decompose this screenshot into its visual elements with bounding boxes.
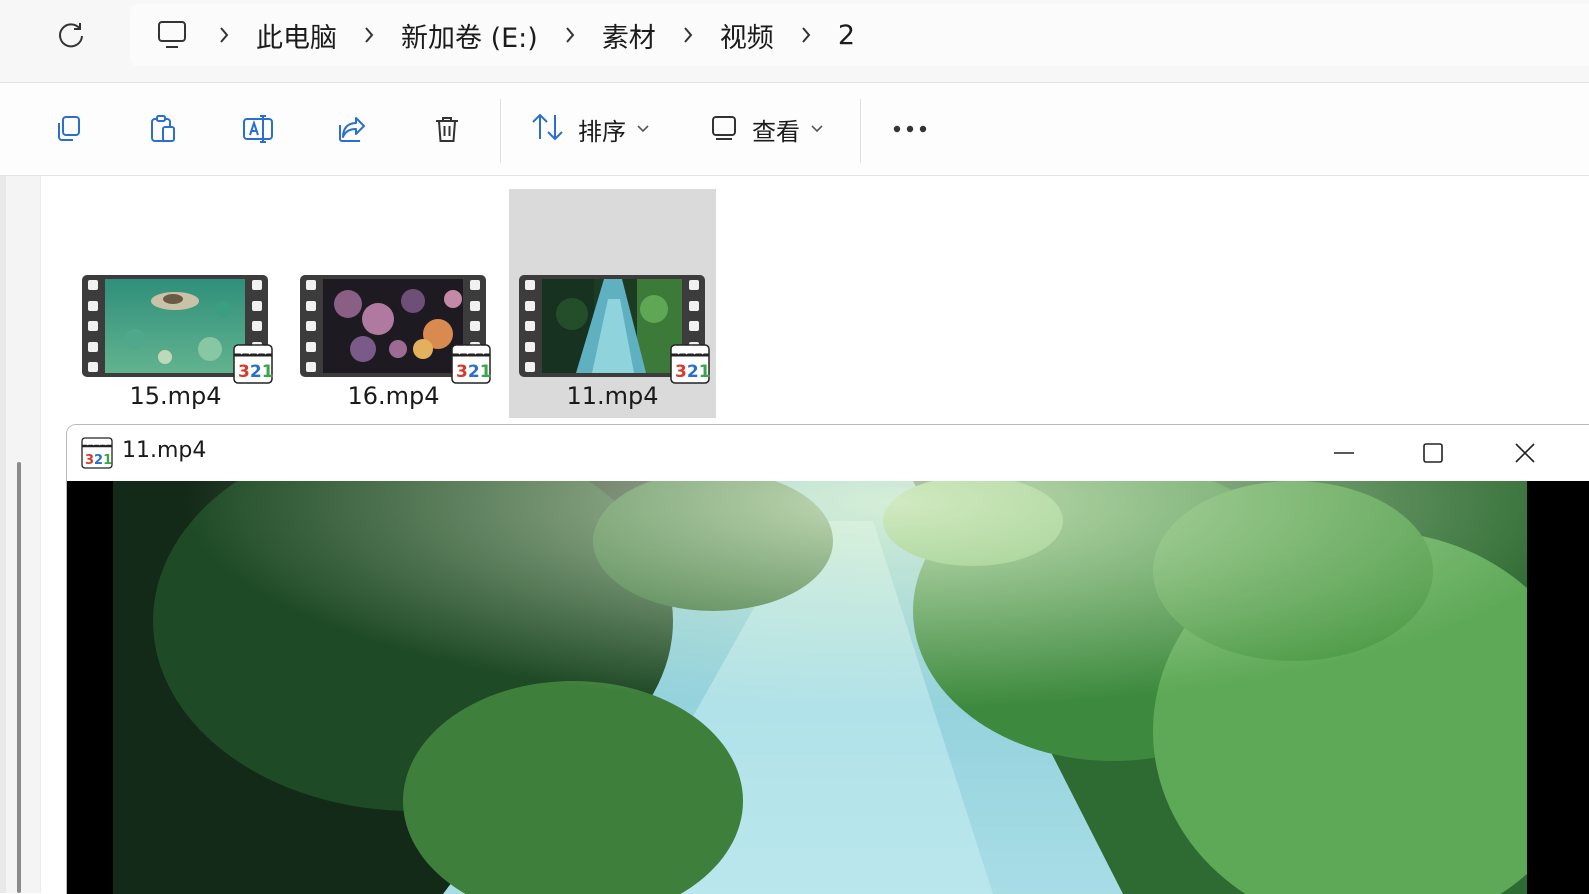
view-label: 查看 (752, 117, 800, 146)
player-title-bar[interactable]: 321 11.mp4 (67, 425, 1589, 481)
player-window-title: 11.mp4 (122, 438, 207, 463)
refresh-icon[interactable] (52, 16, 90, 54)
command-bar: 排序 查看 (0, 83, 1589, 176)
video-frame-river (113, 481, 1527, 894)
chevron-right-icon[interactable] (558, 25, 582, 45)
chevron-right-icon[interactable] (212, 25, 236, 45)
delete-icon[interactable] (425, 107, 469, 151)
share-icon[interactable] (330, 107, 374, 151)
navigation-scrollbar[interactable] (17, 462, 21, 893)
svg-text:321: 321 (456, 362, 492, 382)
breadcrumb-this-pc[interactable]: 此电脑 (256, 16, 337, 55)
svg-text:321: 321 (675, 362, 711, 382)
chevron-down-icon (810, 124, 824, 134)
file-name: 15.mp4 (129, 382, 222, 410)
chevron-right-icon[interactable] (357, 25, 381, 45)
video-thumbnail: 321 (519, 275, 711, 384)
this-pc-icon[interactable] (152, 15, 192, 55)
svg-text:321: 321 (238, 362, 274, 382)
video-thumbnail: 321 (300, 275, 492, 384)
toolbar-divider (860, 99, 861, 163)
close-icon[interactable] (1480, 425, 1570, 481)
rename-icon[interactable] (236, 107, 280, 151)
breadcrumb-drive-e[interactable]: 新加卷 (E:) (401, 16, 538, 55)
toolbar-divider (500, 99, 501, 163)
view-icon (710, 112, 740, 146)
mpc-hc-badge-icon: 321 (233, 344, 274, 384)
mpc-hc-badge-icon: 321 (670, 344, 711, 384)
video-display[interactable] (67, 481, 1589, 894)
sort-button[interactable]: 排序 (530, 105, 650, 153)
file-item-11[interactable]: 321 11.mp4 (509, 189, 716, 418)
file-name: 16.mp4 (347, 382, 440, 410)
address-bar-area: 此电脑 新加卷 (E:) 素材 视频 2 (0, 0, 1589, 83)
chevron-right-icon[interactable] (676, 25, 700, 45)
copy-icon[interactable] (47, 107, 91, 151)
mpc-hc-badge-icon: 321 (451, 344, 492, 384)
breadcrumb-videos[interactable]: 视频 (720, 16, 774, 55)
file-item-16[interactable]: 321 16.mp4 (290, 189, 497, 418)
breadcrumb[interactable]: 此电脑 新加卷 (E:) 素材 视频 2 (130, 4, 1589, 66)
minimize-icon[interactable] (1299, 425, 1389, 481)
paste-icon[interactable] (141, 107, 185, 151)
mpc-hc-app-icon: 321 (81, 437, 113, 469)
breadcrumb-materials[interactable]: 素材 (602, 16, 656, 55)
breadcrumb-folder-2[interactable]: 2 (838, 20, 855, 51)
maximize-icon[interactable] (1388, 425, 1478, 481)
media-player-window: 321 11.mp4 (66, 424, 1589, 894)
sort-label: 排序 (578, 117, 626, 146)
svg-text:321: 321 (85, 453, 112, 468)
file-item-15[interactable]: 321 15.mp4 (72, 189, 279, 418)
video-thumbnail: 321 (82, 275, 274, 384)
view-button[interactable]: 查看 (710, 105, 824, 153)
chevron-down-icon (636, 124, 650, 134)
more-options-icon[interactable] (888, 107, 932, 151)
sort-icon (530, 111, 566, 147)
file-name: 11.mp4 (566, 382, 659, 410)
chevron-right-icon[interactable] (794, 25, 818, 45)
